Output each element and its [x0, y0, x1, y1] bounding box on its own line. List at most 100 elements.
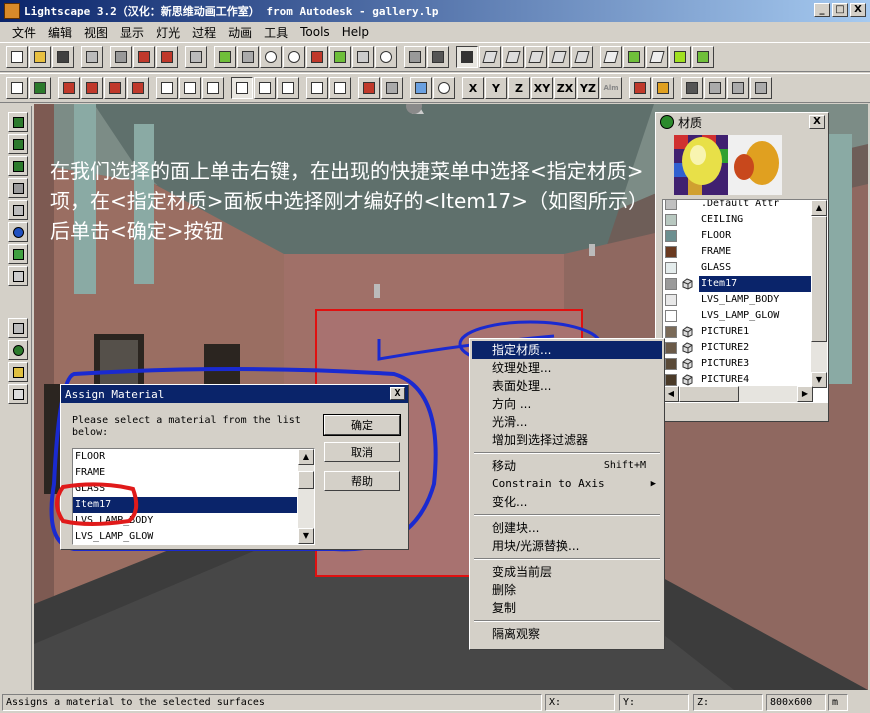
- menu-help[interactable]: Help: [336, 25, 375, 39]
- maximize-button[interactable]: □: [832, 3, 848, 17]
- scroll-left-arrow-icon[interactable]: ◀: [663, 386, 679, 402]
- context-menu-item[interactable]: 光滑...: [472, 413, 662, 431]
- menu-edit[interactable]: 编辑: [42, 24, 78, 41]
- context-menu-item[interactable]: 删除: [472, 581, 662, 599]
- materials-panel-button[interactable]: [8, 112, 28, 132]
- context-menu-item[interactable]: 方向 ...: [472, 395, 662, 413]
- wireframe-button[interactable]: [479, 46, 501, 68]
- full-render-button[interactable]: [692, 46, 714, 68]
- scroll-down-arrow-icon[interactable]: ▼: [811, 372, 827, 388]
- material-row[interactable]: GLASS: [663, 260, 813, 276]
- material-row-selected[interactable]: Item17: [663, 276, 813, 292]
- select-all-button[interactable]: [277, 77, 299, 99]
- material-list-vscroll[interactable]: ▲ ▼: [811, 200, 827, 388]
- translate-button[interactable]: [410, 77, 432, 99]
- material-row[interactable]: FLOOR: [663, 228, 813, 244]
- select-surface-tool-button[interactable]: [202, 77, 224, 99]
- assign-material-menu-item[interactable]: 指定材质...: [472, 341, 662, 359]
- menu-display[interactable]: 显示: [114, 24, 150, 41]
- hscroll-thumb[interactable]: [679, 386, 739, 402]
- context-menu-item[interactable]: 复制: [472, 599, 662, 617]
- context-menu-item[interactable]: 纹理处理...: [472, 359, 662, 377]
- new-file-button[interactable]: [6, 46, 28, 68]
- select-add-button[interactable]: [58, 77, 80, 99]
- pan-button[interactable]: [306, 46, 328, 68]
- walk-tool-button[interactable]: [681, 77, 703, 99]
- context-menu-item[interactable]: 创建块...: [472, 519, 662, 537]
- close-button[interactable]: X: [850, 3, 866, 17]
- select-window-button[interactable]: [104, 77, 126, 99]
- box-button[interactable]: [502, 46, 524, 68]
- snap-button[interactable]: [381, 77, 403, 99]
- move-button[interactable]: [358, 77, 380, 99]
- eye-button[interactable]: [214, 46, 236, 68]
- menu-file[interactable]: 文件: [6, 24, 42, 41]
- layers-panel-button[interactable]: [8, 134, 28, 154]
- axis-y-button[interactable]: Y: [485, 77, 507, 99]
- select-remove-button[interactable]: [81, 77, 103, 99]
- material-panel-close-button[interactable]: X: [809, 115, 825, 129]
- rotate-button[interactable]: [375, 46, 397, 68]
- orbit-button[interactable]: [352, 46, 374, 68]
- material-row[interactable]: LVS_LAMP_BODY: [663, 292, 813, 308]
- plane-yz-button[interactable]: YZ: [577, 77, 599, 99]
- context-menu-item[interactable]: 变化...: [472, 493, 662, 511]
- lights-panel-button[interactable]: [8, 178, 28, 198]
- zoom-in-button[interactable]: [260, 46, 282, 68]
- lit-button[interactable]: [646, 46, 668, 68]
- menu-tools[interactable]: Tools: [294, 25, 336, 39]
- material-list-hscroll[interactable]: ◀ ▶: [663, 386, 813, 402]
- scroll-thumb[interactable]: [811, 216, 827, 342]
- select-arrow-button[interactable]: [6, 77, 28, 99]
- list-item[interactable]: FRAME: [73, 465, 297, 481]
- context-menu-item[interactable]: 表面处理...: [472, 377, 662, 395]
- open-file-button[interactable]: [29, 46, 51, 68]
- select-layer-button[interactable]: [179, 77, 201, 99]
- solid-button[interactable]: [571, 46, 593, 68]
- fly-tool-button[interactable]: [704, 77, 726, 99]
- list-item[interactable]: FLOOR: [73, 449, 297, 465]
- plane-xy-button[interactable]: XY: [531, 77, 553, 99]
- undo-button[interactable]: [81, 46, 103, 68]
- dialog-scroll-up-icon[interactable]: ▲: [298, 449, 314, 465]
- outline-button[interactable]: [548, 46, 570, 68]
- camera-button[interactable]: [237, 46, 259, 68]
- dialog-list-vscroll[interactable]: ▲ ▼: [298, 449, 314, 544]
- context-menu-item[interactable]: 用块/光源替换...: [472, 537, 662, 555]
- shaded-button[interactable]: [600, 46, 622, 68]
- filter-button[interactable]: [306, 77, 328, 99]
- context-menu-item[interactable]: 增加到选择过滤器: [472, 431, 662, 449]
- globe-panel-button[interactable]: [8, 222, 28, 242]
- select-object-button[interactable]: [254, 77, 276, 99]
- light-tool-button[interactable]: [652, 77, 674, 99]
- context-menu-item[interactable]: 变成当前层: [472, 563, 662, 581]
- sphere-panel-button[interactable]: [8, 340, 28, 360]
- context-menu-item[interactable]: Constrain to Axis ▶: [472, 475, 662, 493]
- select-cross-button[interactable]: [127, 77, 149, 99]
- stand-tool-button[interactable]: [750, 77, 772, 99]
- dialog-scroll-thumb[interactable]: [298, 471, 314, 489]
- minimize-button[interactable]: _: [814, 3, 830, 17]
- save-button[interactable]: [52, 46, 74, 68]
- menu-tools-cn[interactable]: 工具: [258, 24, 294, 41]
- select-mode-button[interactable]: [231, 77, 253, 99]
- tools-panel-button[interactable]: [8, 318, 28, 338]
- material-row[interactable]: FRAME: [663, 244, 813, 260]
- material-tool-button[interactable]: [629, 77, 651, 99]
- list-item[interactable]: LVS_LAMP_GLOW: [73, 529, 297, 544]
- menu-view[interactable]: 视图: [78, 24, 114, 41]
- copy-panel-button[interactable]: [8, 266, 28, 286]
- pointer-panel-button[interactable]: [8, 384, 28, 404]
- material-row[interactable]: PICTURE2: [663, 340, 813, 356]
- rotate-tool-button[interactable]: [433, 77, 455, 99]
- align-button[interactable]: Alm: [600, 77, 622, 99]
- axis-z-button[interactable]: Z: [508, 77, 530, 99]
- zoom-button[interactable]: [283, 46, 305, 68]
- select-surface-button[interactable]: [456, 46, 478, 68]
- radiosity-button[interactable]: [669, 46, 691, 68]
- dialog-close-button[interactable]: X: [390, 387, 405, 400]
- refresh-view-button[interactable]: [185, 46, 207, 68]
- axis-x-button[interactable]: X: [462, 77, 484, 99]
- context-help-button[interactable]: [156, 46, 178, 68]
- context-menu-item[interactable]: 移动 Shift+M: [472, 457, 662, 475]
